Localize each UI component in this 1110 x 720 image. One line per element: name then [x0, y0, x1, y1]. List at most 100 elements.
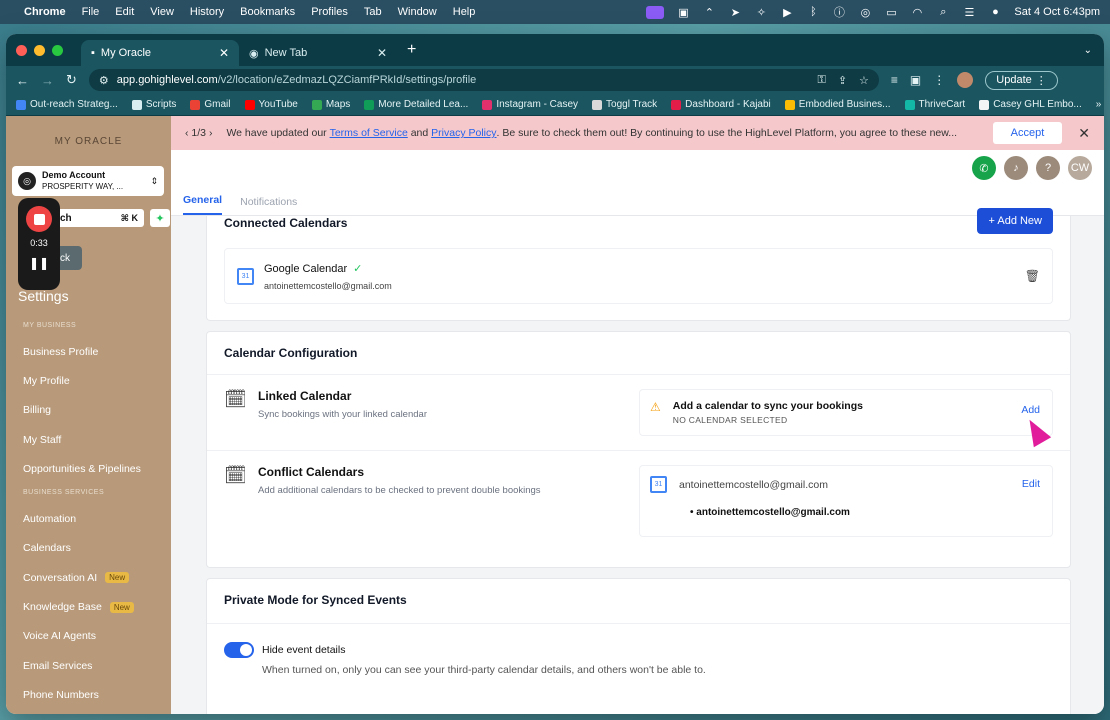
banner-pager[interactable]: ‹ 1/3 ›	[185, 127, 212, 139]
private-mode-title: Private Mode for Synced Events	[207, 579, 1070, 624]
screen-recorder-icon[interactable]	[646, 5, 665, 19]
update-button[interactable]: Update ⋮	[985, 70, 1058, 90]
address-bar[interactable]: ⚙ app.gohighlevel.com/v2/location/eZedma…	[88, 69, 879, 91]
new-tab-button[interactable]: +	[407, 41, 416, 59]
quick-action-button[interactable]: ✦	[150, 209, 170, 227]
send-icon[interactable]: ➤	[728, 6, 742, 19]
media-controls-icon[interactable]: ≡	[891, 73, 898, 87]
sidebar-item-automation[interactable]: Automation	[6, 504, 171, 533]
menu-bookmarks[interactable]: Bookmarks	[240, 6, 295, 18]
sidebar-item-email-services[interactable]: Email Services	[6, 651, 171, 680]
help-icon[interactable]: ?	[1036, 156, 1060, 180]
bookmark-item[interactable]: Scripts	[131, 99, 176, 110]
sidebar-item-conversation-ai[interactable]: Conversation AI New	[6, 563, 171, 592]
menu-profiles[interactable]: Profiles	[311, 6, 348, 18]
add-new-button[interactable]: + Add New	[977, 208, 1053, 234]
accept-button[interactable]: Accept	[992, 122, 1063, 144]
bookmarks-overflow-icon[interactable]: »	[1096, 99, 1102, 110]
privacy-link[interactable]: Privacy Policy	[431, 127, 496, 139]
menu-file[interactable]: File	[82, 6, 100, 18]
play-icon[interactable]: ▶	[780, 6, 794, 19]
menu-app-name[interactable]: Chrome	[24, 6, 66, 18]
sidebar-item-billing[interactable]: Billing	[6, 396, 171, 425]
menu-edit[interactable]: Edit	[115, 6, 134, 18]
info-icon[interactable]: ⓘ	[832, 6, 846, 19]
sidebar-item-calendars[interactable]: Calendars	[6, 534, 171, 563]
share-icon[interactable]: ⇪	[838, 74, 847, 87]
tab-general[interactable]: General	[183, 194, 223, 215]
pause-icon[interactable]: ❚❚	[29, 256, 49, 270]
edit-conflict-calendars-button[interactable]: Edit	[1022, 478, 1040, 490]
tab-strip: ▪ My Oracle ✕ ◉ New Tab ✕ + ⌄	[6, 34, 1104, 66]
spotlight-icon[interactable]: ⌕	[936, 6, 950, 18]
site-info-icon[interactable]: ⚙	[99, 74, 109, 87]
sidebar-item-my-staff[interactable]: My Staff	[6, 425, 171, 454]
stop-recording-button[interactable]	[26, 206, 52, 232]
bookmark-item[interactable]: YouTube	[244, 99, 298, 110]
bookmark-item[interactable]: Toggl Track	[592, 99, 657, 110]
sidebar-item-my-profile[interactable]: My Profile	[6, 366, 171, 395]
brand-logo[interactable]: MY ORACLE	[6, 136, 171, 147]
key-icon[interactable]: ⚿	[817, 74, 825, 87]
settings-content: Connected Calendars + Add New 31 Google …	[206, 208, 1071, 714]
browser-tab-my-oracle[interactable]: ▪ My Oracle ✕	[81, 40, 239, 66]
browser-tab-new-tab[interactable]: ◉ New Tab ✕	[239, 40, 397, 66]
sidebar-item-label: Calendars	[23, 542, 71, 555]
bell-icon[interactable]: ♪	[1004, 156, 1028, 180]
bookmark-item[interactable]: Gmail	[190, 99, 231, 110]
bookmark-item[interactable]: More Detailed Lea...	[364, 99, 468, 110]
menu-view[interactable]: View	[150, 6, 174, 18]
sidebar-item-voice-ai-agents[interactable]: Voice AI Agents	[6, 622, 171, 651]
search-input[interactable]: ch ⌘ K	[54, 209, 144, 227]
airdrop-icon[interactable]: ◎	[858, 6, 872, 19]
hide-event-details-toggle[interactable]	[224, 642, 254, 658]
conflict-calendars-list: 31 antoinettemcostello@gmail.com • antoi…	[639, 465, 1053, 537]
forward-arrow-icon[interactable]: →	[41, 73, 54, 88]
bookmark-item[interactable]: Dashboard - Kajabi	[671, 99, 771, 110]
minimize-window-button[interactable]	[34, 44, 45, 56]
trash-icon[interactable]: 🗑	[1025, 269, 1040, 283]
bookmark-item[interactable]: Out-reach Strateg...	[16, 99, 118, 110]
terms-link[interactable]: Terms of Service	[330, 127, 408, 139]
siri-icon[interactable]: ●	[988, 6, 1002, 18]
close-tab-icon[interactable]: ✕	[219, 46, 229, 60]
reload-icon[interactable]: ↻	[66, 72, 77, 88]
close-window-button[interactable]	[16, 44, 27, 56]
dropbox-icon[interactable]: ✧	[754, 6, 768, 19]
tab-search-chevron-icon[interactable]: ⌄	[1084, 45, 1092, 56]
menu-window[interactable]: Window	[398, 6, 437, 18]
zoom-window-button[interactable]	[52, 44, 63, 56]
sidebar-item-phone-numbers[interactable]: Phone Numbers	[6, 680, 171, 709]
menubar-clock[interactable]: Sat 4 Oct 6:43pm	[1014, 6, 1100, 18]
battery-icon[interactable]: ▭	[884, 6, 898, 19]
sync-icon[interactable]: ⌃	[702, 6, 716, 19]
menu-tab[interactable]: Tab	[364, 6, 382, 18]
side-panel-icon[interactable]: ▣	[910, 73, 921, 87]
tab-notifications[interactable]: Notifications	[240, 196, 297, 215]
account-switcher[interactable]: ◎ Demo Account PROSPERITY WAY, ... ⇕	[12, 166, 164, 196]
phone-icon[interactable]: ✆	[972, 156, 996, 180]
conflict-calendar-item: • antoinettemcostello@gmail.com	[690, 507, 850, 518]
bookmark-item[interactable]: Maps	[311, 99, 350, 110]
menu-history[interactable]: History	[190, 6, 224, 18]
bookmark-star-icon[interactable]: ☆	[859, 74, 869, 87]
extensions-icon[interactable]: ⋮	[933, 73, 945, 87]
sidebar-item-opportunities[interactable]: Opportunities & Pipelines	[6, 454, 171, 483]
back-arrow-icon[interactable]: ←	[16, 73, 29, 88]
user-avatar[interactable]: CW	[1068, 156, 1092, 180]
calendar-status-icon[interactable]: ▣	[676, 6, 690, 19]
bluetooth-icon[interactable]: ᛒ	[806, 6, 820, 18]
close-tab-icon[interactable]: ✕	[377, 46, 387, 60]
wifi-icon[interactable]: ◠	[910, 6, 924, 19]
bookmark-item[interactable]: Embodied Busines...	[784, 99, 891, 110]
sidebar-item-knowledge-base[interactable]: Knowledge Base New	[6, 592, 171, 621]
bookmark-item[interactable]: Instagram - Casey	[482, 99, 578, 110]
profile-avatar[interactable]	[957, 72, 974, 88]
sidebar-item-business-profile[interactable]: Business Profile	[6, 337, 171, 366]
menu-help[interactable]: Help	[453, 6, 476, 18]
bookmark-item[interactable]: Casey GHL Embo...	[979, 99, 1082, 110]
control-center-icon[interactable]: ☰	[962, 6, 976, 19]
linked-calendar-status: ⚠ Add a calendar to sync your bookings N…	[639, 389, 1053, 436]
close-icon[interactable]: ✕	[1078, 125, 1090, 142]
bookmark-item[interactable]: ThriveCart	[904, 99, 965, 110]
